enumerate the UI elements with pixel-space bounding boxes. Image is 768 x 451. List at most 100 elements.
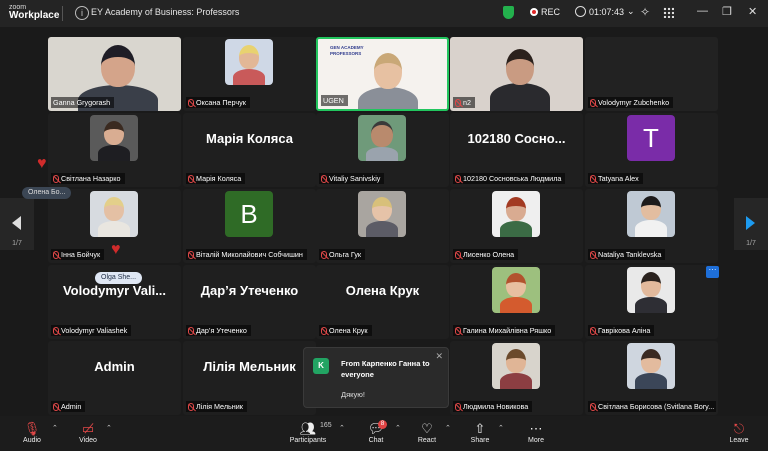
meeting-timer[interactable]: 01:07:43 ⌄ [575, 6, 635, 17]
participant-name: Ольга Гук [319, 249, 366, 260]
recording-indicator[interactable]: REC [530, 7, 560, 17]
next-page-button[interactable]: 1/7 [734, 198, 768, 250]
participant-photo [358, 87, 418, 109]
restore-icon[interactable]: ❐ [722, 5, 732, 18]
participant-name: Vitaliy Sanivskiy [319, 173, 385, 184]
participant-tile[interactable]: Admin Admin [48, 341, 181, 415]
ai-companion-icon[interactable]: ✧ [640, 5, 650, 19]
participant-tile[interactable]: Volodymyr Zubchenko [585, 37, 718, 111]
participant-tile[interactable]: Людмила Новикова [450, 341, 583, 415]
more-options-icon[interactable]: ··· [706, 266, 719, 278]
participant-name: Інна Бойчук [51, 249, 105, 260]
participant-tile[interactable]: Гаврікова Аліна [585, 265, 718, 339]
share-button[interactable]: ⇧ Share [466, 420, 494, 445]
video-off-icon: ▭̸ [81, 420, 95, 436]
slide-logo-text: GEN ACADEMY PROFESSORS [330, 45, 364, 56]
participant-tile[interactable]: Дар’я Утеченко Дар’я Утеченко [183, 265, 316, 339]
participant-tile[interactable]: Марія Коляса Марія Коляса [183, 113, 316, 187]
participant-tile-speaking[interactable]: GEN ACADEMY PROFESSORS UGEN [316, 37, 449, 111]
encryption-shield-icon[interactable] [503, 6, 514, 19]
participant-name: Admin [51, 401, 86, 412]
participants-count: 165 [320, 422, 332, 429]
participant-photo [490, 83, 550, 111]
participant-avatar [627, 191, 675, 237]
participant-name: Volodymyr Zubchenko [588, 97, 674, 108]
audio-label: Audio [23, 437, 41, 444]
participant-tile[interactable]: T Tatyana Alex [585, 113, 718, 187]
participant-name: Оксана Перчук [186, 97, 250, 108]
participant-tile[interactable]: Світлана Борисова (Svitlana Bory... [585, 341, 718, 415]
more-label: More [528, 437, 544, 444]
mic-muted-icon [188, 326, 194, 335]
share-screen-icon: ⇧ [474, 420, 486, 436]
chat-unread-badge: 8 [378, 420, 387, 429]
logo-line-2: Workplace [9, 10, 60, 21]
sender-avatar: K [313, 358, 329, 374]
more-icon: ⋯ [529, 420, 543, 436]
chevron-up-icon[interactable]: ⌃ [52, 424, 58, 432]
video-button[interactable]: ▭̸ Video [74, 420, 102, 445]
participant-name: Лілія Мельник [186, 401, 247, 412]
rec-label: REC [541, 7, 561, 17]
participant-tile[interactable]: Галина Михайлівна Ряшко [450, 265, 583, 339]
chevron-up-icon[interactable]: ⌃ [498, 424, 504, 432]
audio-button[interactable]: 🎙︎ Audio [18, 420, 46, 445]
mic-muted-icon [188, 98, 194, 107]
minimize-icon[interactable]: — [697, 5, 708, 17]
chevron-down-icon: ⌄ [627, 6, 635, 16]
participant-name: Nataliya Tanklevska [588, 249, 666, 260]
mic-muted-icon [455, 250, 461, 259]
participant-tile[interactable]: Ganna Grygorash [48, 37, 181, 111]
close-icon[interactable]: ✕ [748, 5, 757, 18]
leave-button[interactable]: ⎋ Leave [725, 420, 753, 445]
participant-display-name: Admin [94, 359, 135, 374]
participant-tile[interactable]: 102180 Сосно... 102180 Сосновська Людмил… [450, 113, 583, 187]
participant-face [374, 53, 402, 89]
mic-muted-icon [53, 250, 59, 259]
participant-tile[interactable]: Ольга Гук [316, 189, 449, 263]
more-button[interactable]: ⋯ More [522, 420, 550, 445]
participant-tile[interactable]: Nataliya Tanklevska [585, 189, 718, 263]
participant-tile[interactable]: Світлана Назарко [48, 113, 181, 187]
participant-tile[interactable]: Лілія Мельник Лілія Мельник [183, 341, 316, 415]
participant-display-name: Лілія Мельник [203, 359, 296, 374]
participant-name: Ganna Grygorash [51, 97, 115, 108]
participant-name: Олена Крук [319, 325, 372, 336]
mic-muted-icon [53, 326, 59, 335]
participant-tile[interactable]: Лисенко Олена [450, 189, 583, 263]
mic-muted-icon [188, 402, 194, 411]
divider [62, 6, 63, 21]
chat-notification[interactable]: K From Карпенко Ганна to everyone Дякую!… [303, 347, 449, 408]
chat-sender: From Карпенко Ганна to everyone [341, 359, 430, 379]
participant-tile[interactable]: Оксана Перчук [183, 37, 316, 111]
participant-tile[interactable]: Vitaliy Sanivskiy [316, 113, 449, 187]
reaction-name-label: Олена Бо... [22, 187, 72, 199]
participant-tile[interactable]: B Віталій Миколайович Собчишин [183, 189, 316, 263]
prev-page-button[interactable]: 1/7 [0, 198, 34, 250]
chevron-up-icon[interactable]: ⌃ [106, 424, 112, 432]
chevron-up-icon[interactable]: ⌃ [445, 424, 451, 432]
participant-name: Марія Коляса [186, 173, 246, 184]
participant-name: Світлана Борисова (Svitlana Bory... [588, 401, 716, 412]
view-grid-icon[interactable] [663, 7, 674, 18]
close-icon[interactable]: ✕ [435, 351, 443, 362]
participant-tile[interactable]: n2 [450, 37, 583, 111]
chevron-up-icon[interactable]: ⌃ [395, 424, 401, 432]
participant-avatar [90, 115, 138, 161]
video-label: Video [79, 437, 97, 444]
arrow-left-icon [12, 216, 21, 230]
mic-muted-icon [455, 174, 461, 183]
mic-muted-icon [455, 402, 461, 411]
zoom-window: zoom Workplace i EY Academy of Business:… [0, 0, 768, 451]
mic-muted-icon [590, 174, 596, 183]
chevron-up-icon[interactable]: ⌃ [339, 424, 345, 432]
participant-name: Світлана Назарко [51, 173, 125, 184]
meeting-info-icon[interactable]: i [75, 6, 89, 20]
participant-tile[interactable]: Олена Крук Олена Крук [316, 265, 449, 339]
mic-muted-icon [53, 402, 59, 411]
participant-avatar [225, 39, 273, 85]
react-button[interactable]: ♡ React [413, 420, 441, 445]
meeting-title: EY Academy of Business: Professors [91, 7, 240, 17]
mic-muted-icon [590, 250, 596, 259]
mic-muted-icon [188, 174, 194, 183]
